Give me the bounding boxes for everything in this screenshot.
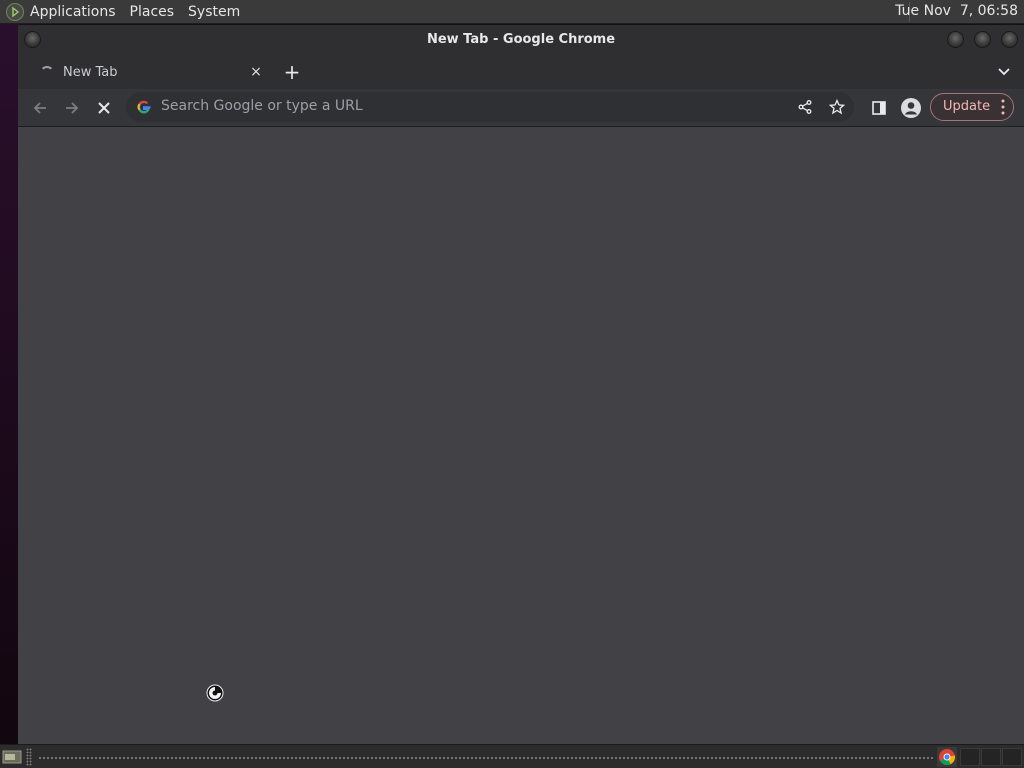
google-g-icon	[137, 100, 151, 114]
workspace-3[interactable]	[1002, 748, 1022, 766]
arrow-right-icon	[66, 102, 79, 114]
forward-button[interactable]	[59, 95, 85, 121]
bookmark-button[interactable]	[824, 94, 850, 120]
new-tab-button[interactable]: +	[280, 60, 304, 84]
omnibox[interactable]: Search Google or type a URL	[126, 92, 854, 122]
three-dots-vertical-icon[interactable]	[1001, 98, 1005, 116]
window-title: New Tab - Google Chrome	[426, 32, 616, 47]
tab-new-tab[interactable]: New Tab ×	[26, 57, 266, 89]
side-panel-icon	[872, 101, 886, 115]
workspace-1[interactable]	[960, 748, 980, 766]
tab-title: New Tab	[63, 65, 118, 80]
side-panel-button[interactable]	[866, 95, 892, 121]
window-titlebar[interactable]: New Tab - Google Chrome	[18, 25, 1024, 55]
tab-close-button[interactable]: ×	[246, 62, 266, 82]
menu-applications[interactable]: Applications	[30, 4, 116, 20]
stop-button[interactable]	[91, 95, 117, 121]
person-circle-icon	[901, 98, 921, 118]
tab-strip: New Tab × +	[18, 55, 1024, 89]
minimize-button[interactable]	[947, 31, 964, 48]
show-desktop-icon[interactable]	[2, 749, 22, 765]
top-panel: Applications Places System Tue Nov 7, 06…	[0, 0, 1024, 24]
menu-places[interactable]: Places	[130, 4, 175, 20]
close-x-icon	[98, 102, 110, 114]
toolbar: Search Google or type a URL Update	[18, 89, 1024, 127]
taskbar-drag-handle[interactable]	[26, 748, 32, 766]
arrow-left-icon	[33, 102, 46, 114]
loading-spinner-icon	[40, 66, 54, 80]
taskbar-window-list[interactable]	[38, 757, 934, 759]
back-button[interactable]	[27, 95, 53, 121]
chrome-window: New Tab - Google Chrome New Tab × + Sear…	[18, 25, 1024, 744]
menu-system[interactable]: System	[188, 4, 240, 20]
chevron-down-icon[interactable]	[994, 62, 1014, 82]
update-button[interactable]: Update	[930, 93, 1014, 121]
omnibox-placeholder: Search Google or type a URL	[161, 98, 363, 114]
share-icon	[798, 100, 812, 114]
profile-button[interactable]	[898, 95, 924, 121]
workspace-2[interactable]	[981, 748, 1001, 766]
bottom-panel	[0, 744, 1024, 768]
chrome-logo-icon[interactable]	[937, 747, 957, 767]
star-icon	[829, 99, 845, 115]
clock[interactable]: Tue Nov 7, 06:58	[895, 3, 1018, 19]
share-button[interactable]	[792, 94, 818, 120]
update-label: Update	[943, 99, 991, 114]
desktop-background	[0, 24, 19, 744]
gnome-foot-icon[interactable]	[6, 2, 24, 21]
busy-cursor-icon	[206, 684, 224, 702]
page-content[interactable]	[18, 127, 1024, 744]
close-window-button[interactable]	[1001, 31, 1018, 48]
maximize-button[interactable]	[974, 31, 991, 48]
